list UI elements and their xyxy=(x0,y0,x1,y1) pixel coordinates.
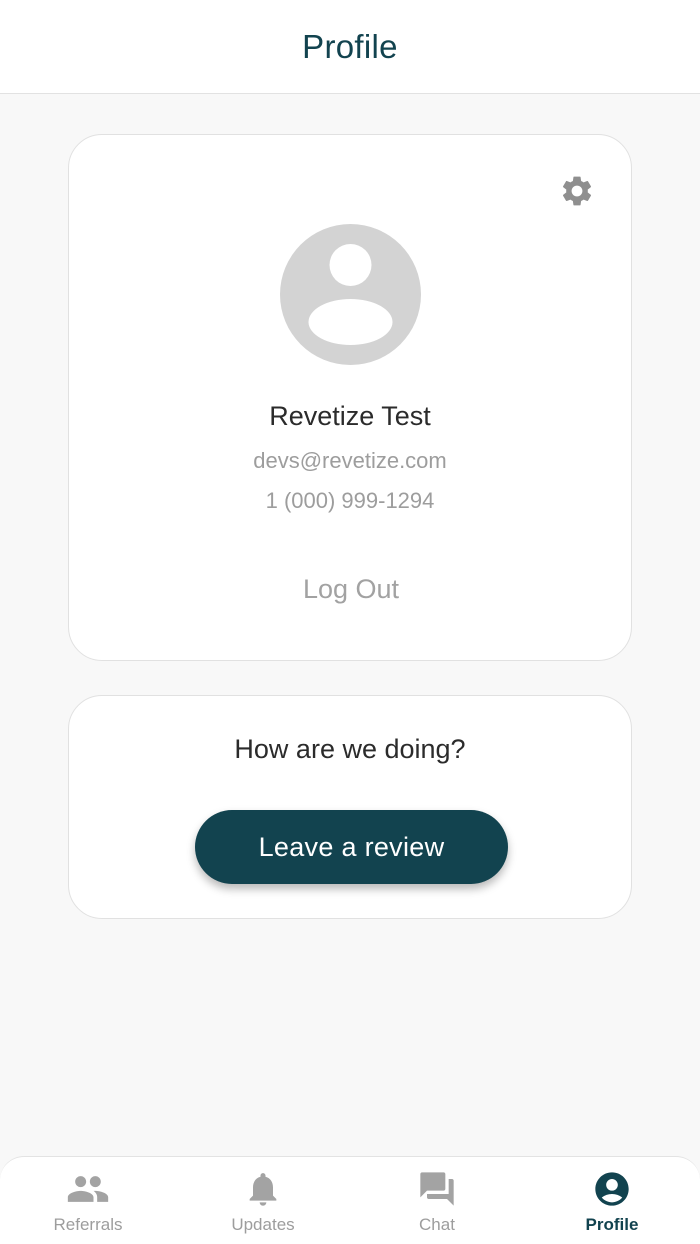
settings-button[interactable] xyxy=(557,171,597,211)
nav-label-updates: Updates xyxy=(231,1215,295,1234)
nav-item-referrals[interactable]: Referrals xyxy=(18,1157,158,1244)
user-phone: 1 (000) 999-1294 xyxy=(265,488,435,513)
nav-label-referrals: Referrals xyxy=(53,1215,123,1234)
account-circle-icon xyxy=(590,1169,634,1209)
logout-button[interactable]: Log Out xyxy=(261,567,441,611)
bottom-navigation: Referrals Updates Chat Profile xyxy=(0,1156,700,1244)
nav-label-chat: Chat xyxy=(419,1215,455,1234)
page-title: Profile xyxy=(302,27,398,65)
avatar xyxy=(280,224,421,365)
people-icon xyxy=(66,1169,110,1209)
user-email: devs@revetize.com xyxy=(253,448,447,473)
user-name: Revetize Test xyxy=(269,401,431,431)
review-card: How are we doing? Leave a review xyxy=(68,695,632,919)
nav-item-profile[interactable]: Profile xyxy=(542,1157,682,1244)
user-avatar-icon xyxy=(280,224,421,365)
gear-icon xyxy=(562,176,592,206)
nav-item-updates[interactable]: Updates xyxy=(193,1157,333,1244)
top-app-bar: Profile xyxy=(0,0,700,94)
review-heading: How are we doing? xyxy=(234,734,466,764)
leave-review-button[interactable]: Leave a review xyxy=(195,810,508,884)
profile-screen: Profile Revetize Test devs@revetize.com … xyxy=(0,0,700,1244)
profile-card: Revetize Test devs@revetize.com 1 (000) … xyxy=(68,134,632,661)
chat-icon xyxy=(415,1169,459,1209)
bell-icon xyxy=(241,1169,285,1209)
nav-item-chat[interactable]: Chat xyxy=(367,1157,507,1244)
nav-label-profile: Profile xyxy=(585,1215,639,1234)
